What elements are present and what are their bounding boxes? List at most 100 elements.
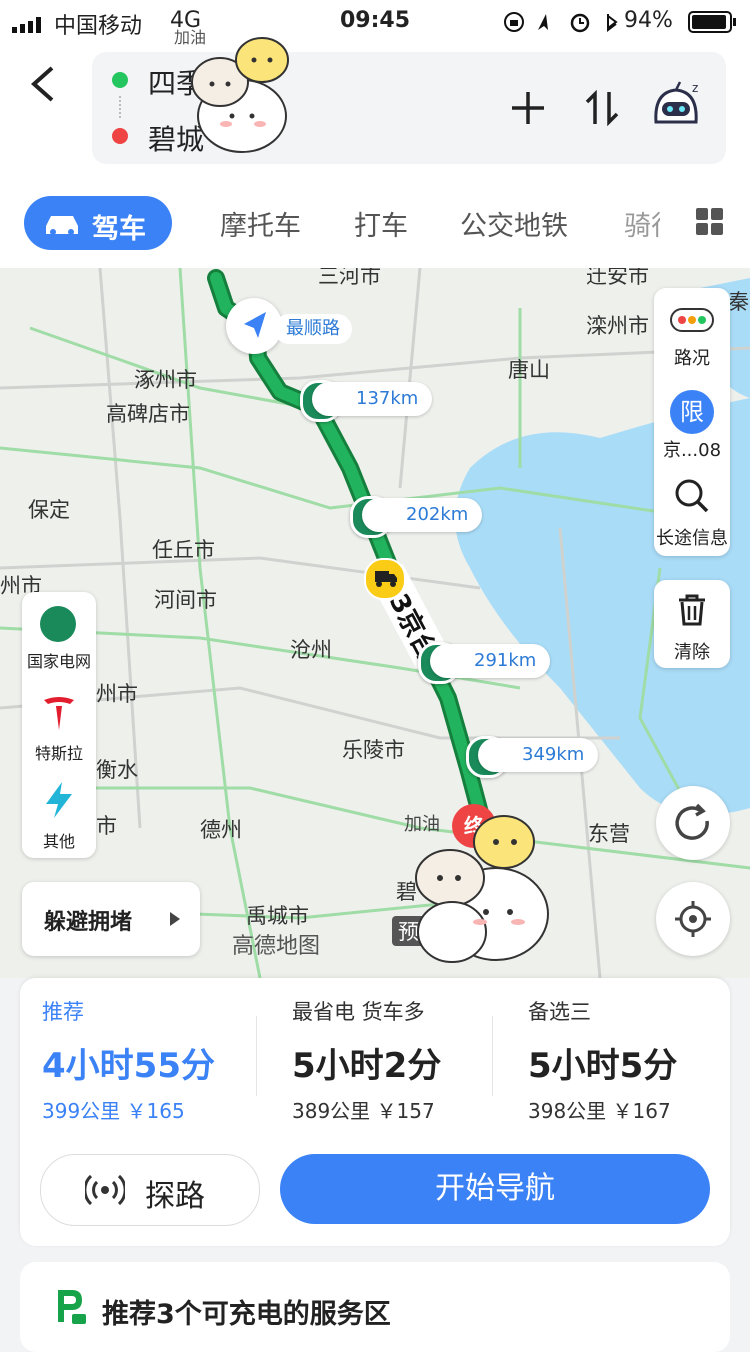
tesla-icon[interactable] bbox=[42, 696, 76, 736]
route-distance: 398公里 bbox=[528, 1099, 607, 1123]
map-watermark: 高德地图 bbox=[232, 934, 321, 959]
plus-icon bbox=[512, 92, 544, 124]
map-tools-panel: 路况 限 京...08 长途信息 bbox=[654, 288, 730, 556]
sticker-caption: 加油 bbox=[174, 28, 207, 47]
clear-label: 清除 bbox=[674, 642, 710, 663]
refresh-icon bbox=[675, 803, 709, 840]
city-label: 任丘市 bbox=[152, 538, 215, 562]
clock: 09:45 bbox=[340, 8, 411, 33]
route-road-label: 最顺路 bbox=[274, 314, 352, 344]
search-icon[interactable] bbox=[674, 478, 710, 518]
tab-drive-label: 驾车 bbox=[92, 214, 146, 245]
origin-dot bbox=[112, 72, 128, 88]
long-trip-info-button[interactable]: 长途信息 bbox=[654, 524, 730, 550]
swap-route-button[interactable] bbox=[582, 88, 622, 132]
divider bbox=[256, 1016, 257, 1096]
map-canvas bbox=[0, 268, 750, 978]
km-marker: 137km bbox=[312, 382, 433, 416]
route-cost: ￥165 bbox=[126, 1099, 185, 1123]
state-grid-label[interactable]: 国家电网 bbox=[22, 648, 96, 672]
swap-icon bbox=[585, 89, 619, 127]
route-option-3[interactable]: 备选三 5小时5分 398公里 ￥167 bbox=[528, 996, 748, 1124]
more-tabs-button[interactable] bbox=[696, 208, 724, 240]
tab-taxi[interactable]: 打车 bbox=[354, 204, 408, 243]
grid-icon bbox=[696, 208, 723, 235]
cartoon-sticker: 加油 bbox=[172, 28, 312, 154]
charging-parking-icon bbox=[54, 1286, 88, 1330]
truck-icon[interactable] bbox=[364, 558, 406, 600]
signal-icon bbox=[12, 14, 48, 39]
route-time: 5小时2分 bbox=[292, 1046, 442, 1086]
status-bar: 中国移动 4G 09:45 94% bbox=[0, 0, 750, 44]
status-icons bbox=[504, 10, 624, 40]
sticker-caption: 加油 bbox=[404, 814, 440, 835]
city-label: 三河市 bbox=[318, 268, 381, 288]
trash-icon bbox=[676, 594, 708, 630]
state-grid-icon[interactable] bbox=[40, 606, 76, 642]
battery-percent: 94% bbox=[624, 8, 673, 33]
route-time: 4小时55分 bbox=[42, 1046, 215, 1086]
destination-dot bbox=[112, 128, 128, 144]
transport-tabs: 驾车 摩托车 打车 公交地铁 骑行 bbox=[0, 172, 750, 268]
km-marker: 202km bbox=[362, 498, 483, 532]
route-options-card: 推荐 4小时55分 399公里 ￥165 最省电 货车多 5小时2分 389公里… bbox=[20, 978, 730, 1246]
explore-button[interactable]: 探路 bbox=[40, 1154, 260, 1226]
tab-bike[interactable]: 骑行 bbox=[624, 204, 660, 243]
back-button[interactable] bbox=[26, 64, 60, 108]
add-waypoint-button[interactable] bbox=[508, 88, 548, 132]
charging-service-text: 推荐3个可充电的服务区 bbox=[102, 1299, 391, 1330]
tab-drive[interactable]: 驾车 bbox=[24, 196, 172, 250]
clear-button[interactable]: 清除 bbox=[654, 580, 730, 668]
avoid-congestion-button[interactable]: 躲避拥堵 bbox=[22, 882, 200, 956]
city-label: 保定 bbox=[28, 498, 70, 522]
city-label: 禹城市 bbox=[246, 904, 309, 928]
route-option-recommended[interactable]: 推荐 4小时55分 399公里 ￥165 bbox=[42, 996, 262, 1124]
city-label: 东营 bbox=[588, 822, 630, 846]
car-icon bbox=[46, 216, 78, 235]
tesla-label[interactable]: 特斯拉 bbox=[22, 740, 96, 764]
route-option-2[interactable]: 最省电 货车多 5小时2分 389公里 ￥157 bbox=[292, 996, 512, 1124]
robot-icon: z bbox=[654, 81, 698, 124]
route-tag: 最省电 货车多 bbox=[292, 1000, 425, 1024]
route-tag: 推荐 bbox=[42, 1000, 84, 1024]
start-navigation-button[interactable]: 开始导航 bbox=[280, 1154, 710, 1224]
chevron-left-icon bbox=[30, 66, 54, 102]
city-label: 乐陵市 bbox=[342, 738, 405, 762]
charging-service-card[interactable]: 推荐3个可充电的服务区 bbox=[20, 1262, 730, 1352]
city-label: 德州 bbox=[200, 818, 242, 842]
refresh-button[interactable] bbox=[656, 786, 730, 860]
tab-motorcycle[interactable]: 摩托车 bbox=[220, 204, 301, 243]
restriction-badge[interactable]: 限 bbox=[670, 390, 714, 434]
battery-icon bbox=[688, 11, 738, 39]
city-label: 迁安市 bbox=[586, 268, 649, 288]
voice-assistant-button[interactable]: z bbox=[648, 78, 704, 138]
traffic-light-icon[interactable] bbox=[670, 308, 714, 336]
lightning-icon[interactable] bbox=[42, 782, 76, 822]
route-cost: ￥157 bbox=[376, 1099, 435, 1123]
city-label: 秦 bbox=[728, 290, 749, 314]
charging-filter-panel: 国家电网 特斯拉 其他 bbox=[22, 592, 96, 858]
restriction-plate[interactable]: 京...08 bbox=[654, 436, 730, 462]
cartoon-sticker: 加油 bbox=[400, 798, 560, 968]
route-distance: 399公里 bbox=[42, 1099, 121, 1123]
tab-transit[interactable]: 公交地铁 bbox=[460, 204, 568, 243]
route-connector bbox=[119, 96, 123, 118]
other-label[interactable]: 其他 bbox=[22, 828, 96, 852]
explore-label: 探路 bbox=[145, 1179, 205, 1214]
route-input-box[interactable]: 四季 碧城 加油 z bbox=[92, 28, 726, 164]
svg-text:z: z bbox=[692, 81, 698, 95]
city-label: 沧州 bbox=[290, 638, 332, 662]
city-label: 高碑店市 bbox=[106, 402, 190, 426]
km-marker: 349km bbox=[478, 738, 599, 772]
city-label: 涿州市 bbox=[134, 368, 197, 392]
locate-button[interactable] bbox=[656, 882, 730, 956]
city-label: 唐山 bbox=[508, 358, 550, 382]
city-label: 河间市 bbox=[154, 588, 217, 612]
divider bbox=[492, 1016, 493, 1096]
map-view[interactable]: 三河市 迁安市 秦 滦州市 涿州市 唐山 高碑店市 保定 任丘市 州市 河间市 … bbox=[0, 268, 750, 978]
km-marker: 291km bbox=[430, 644, 551, 678]
traffic-button[interactable]: 路况 bbox=[654, 344, 730, 370]
city-label: 衡水 bbox=[96, 758, 138, 782]
carrier-label: 中国移动 bbox=[54, 14, 143, 39]
broadcast-icon bbox=[85, 1174, 125, 1206]
